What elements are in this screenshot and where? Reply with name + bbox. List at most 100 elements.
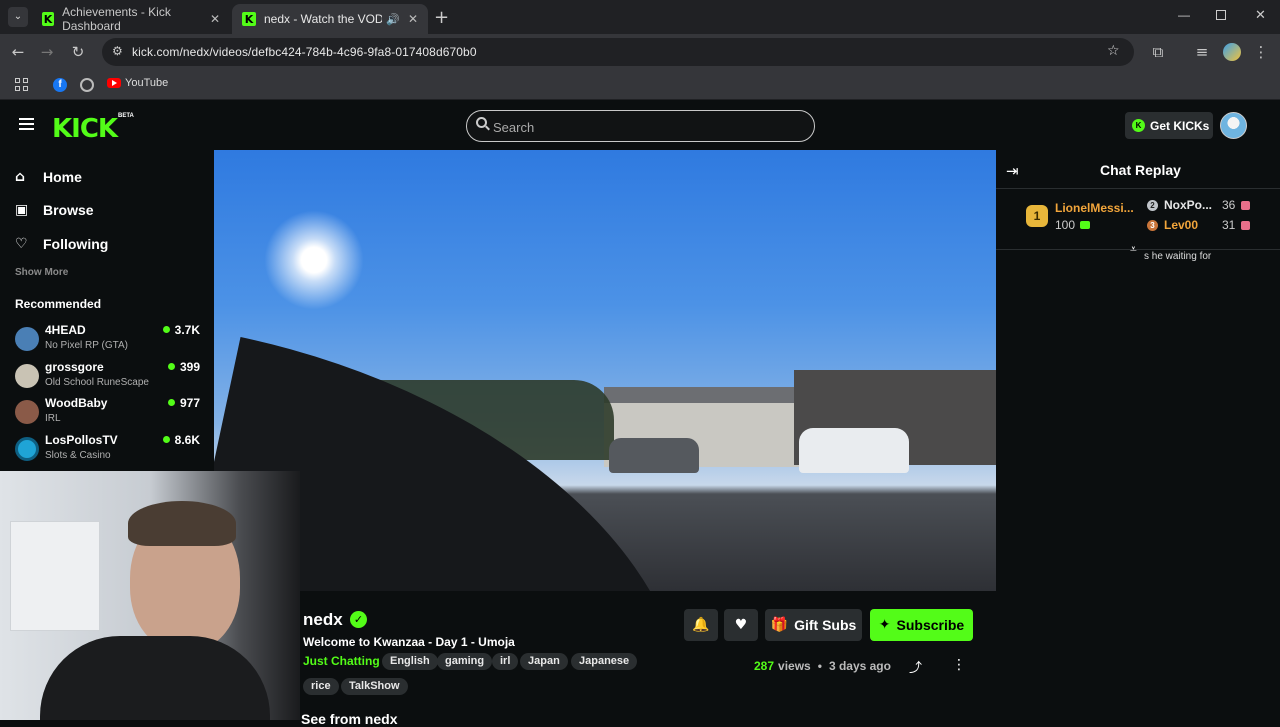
tag-talkshow[interactable]: TalkShow [341, 678, 408, 695]
bookmarks-bar: f YouTube [0, 70, 1280, 100]
sidebar-item-following[interactable]: ♡ Following [15, 236, 108, 252]
chat-panel: ⇥ Chat Replay 1 LionelMessi... 100 2 Nox… [996, 150, 1280, 720]
follow-heart-button[interactable]: ♥ [724, 609, 758, 641]
video-title: Welcome to Kwanzaa - Day 1 - Umoja [303, 635, 515, 649]
tag-japanese[interactable]: Japanese [571, 653, 638, 670]
more-options-icon[interactable]: ⋮ [952, 657, 966, 673]
gift-icon [1241, 221, 1250, 230]
avatar [15, 437, 39, 461]
parked-car [609, 438, 699, 473]
views-count: 287 [754, 659, 775, 673]
search-input[interactable]: Search [466, 110, 815, 142]
recommended-channel[interactable]: grossgore Old School RuneScape 399 [15, 360, 200, 394]
globe-bookmark-icon[interactable] [80, 78, 94, 92]
tag-english[interactable]: English [382, 653, 438, 670]
site-info-icon[interactable]: ⚙ [112, 44, 123, 58]
rank-badge-bronze: 3 [1147, 220, 1158, 231]
video-player[interactable] [214, 150, 996, 591]
facebook-bookmark-icon[interactable]: f [53, 78, 67, 92]
gift-subs-button[interactable]: 🎁 Gift Subs [765, 609, 862, 641]
collapse-chat-icon[interactable]: ⇥ [1006, 162, 1019, 180]
close-tab-icon[interactable]: ✕ [408, 12, 418, 26]
sidebar-item-label: Following [43, 236, 109, 252]
recommended-channel[interactable]: WoodBaby IRL 977 [15, 396, 200, 430]
channel-category: Old School RuneScape [45, 377, 149, 388]
share-icon[interactable]: ⤴ [909, 657, 922, 676]
extensions-icon[interactable]: ⧉ [1149, 43, 1167, 61]
beta-badge: BETA [118, 113, 134, 119]
sparkle-icon: ✦ [878, 617, 891, 633]
heart-icon: ♡ [15, 236, 28, 252]
browser-tab-achievements[interactable]: K Achievements - Kick Dashboard ✕ [32, 4, 230, 34]
sun-glare [264, 210, 364, 310]
recommended-channel[interactable]: 4HEAD No Pixel RP (GTA) 3.7K [15, 323, 200, 357]
new-tab-button[interactable]: + [434, 7, 449, 28]
gifter-name: LionelMessi... [1055, 201, 1134, 215]
tag-gaming[interactable]: gaming [437, 653, 493, 670]
streamer-body [40, 636, 270, 720]
kick-favicon-icon: K [42, 12, 55, 26]
get-kicks-button[interactable]: K Get KICKs [1125, 112, 1213, 139]
recommended-heading: Recommended [15, 297, 102, 311]
bookmark-star-icon[interactable]: ☆ [1107, 43, 1120, 59]
sidebar-item-home[interactable]: ⌂ Home [15, 169, 82, 185]
notification-bell-button[interactable]: 🔔 [684, 609, 718, 641]
top-gifter-2[interactable]: 2 NoxPo... 36 [1147, 198, 1267, 216]
show-more-link[interactable]: Show More [15, 267, 68, 278]
forward-icon[interactable]: → [38, 43, 56, 61]
sidebar-item-browse[interactable]: ▣ Browse [15, 202, 94, 218]
media-controls-icon[interactable]: ≡ [1193, 43, 1211, 61]
live-dot-icon [167, 363, 175, 370]
audio-playing-icon[interactable]: 🔊 [386, 13, 400, 26]
gift-icon [1241, 201, 1250, 210]
avatar [15, 327, 39, 351]
address-bar[interactable]: ⚙ kick.com/nedx/videos/defbc424-784b-4c9… [102, 38, 1134, 66]
gifter-amount: 100 [1055, 218, 1076, 232]
close-tab-icon[interactable]: ✕ [210, 12, 220, 26]
tag-japan[interactable]: Japan [520, 653, 568, 670]
restore-window-icon[interactable] [1216, 10, 1226, 20]
posted-time: 3 days ago [828, 659, 891, 673]
profile-avatar-icon[interactable] [1223, 43, 1241, 61]
gifter-amount: 31 [1222, 218, 1236, 232]
top-gifter-1[interactable]: 1 LionelMessi... 100 [1026, 200, 1144, 236]
parked-car [799, 428, 909, 473]
kicks-coin-icon: K [1132, 119, 1145, 132]
minimize-window-icon[interactable]: — [1178, 8, 1190, 22]
webcam-shelf [10, 521, 100, 631]
kick-logo[interactable]: KICK [52, 114, 118, 144]
viewer-count: 3.7K [162, 323, 200, 337]
expand-leaderboard-icon[interactable]: ⩡ [1130, 242, 1137, 257]
tag-irl[interactable]: irl [492, 653, 519, 670]
channel-category: Slots & Casino [45, 450, 111, 461]
subscribe-label: Subscribe [896, 617, 965, 633]
tab-list-dropdown[interactable]: ⌄ [8, 7, 28, 27]
kick-favicon-icon: K [242, 12, 256, 26]
url-text: kick.com/nedx/videos/defbc424-784b-4c96-… [132, 45, 477, 59]
top-gifter-3[interactable]: 3 Lev00 31 [1147, 218, 1267, 236]
tag-rice[interactable]: rice [303, 678, 339, 695]
live-dot-icon [167, 399, 175, 406]
close-window-icon[interactable]: ✕ [1255, 8, 1266, 23]
browser-menu-icon[interactable]: ⋮ [1252, 43, 1270, 61]
reload-icon[interactable]: ↻ [69, 43, 87, 61]
verified-badge-icon: ✓ [350, 611, 367, 628]
channel-name: WoodBaby [45, 396, 108, 410]
search-placeholder: Search [493, 120, 535, 135]
subscribe-button[interactable]: ✦ Subscribe [870, 609, 973, 641]
avatar [15, 400, 39, 424]
browser-tab-vod[interactable]: K nedx - Watch the VOD on Kick 🔊 ✕ [232, 4, 428, 34]
apps-grid-icon[interactable] [15, 78, 28, 91]
category-link[interactable]: Just Chatting [303, 654, 380, 668]
back-icon[interactable]: ← [9, 43, 27, 61]
live-dot-icon [162, 436, 170, 443]
youtube-bookmark[interactable]: YouTube [107, 77, 168, 89]
avatar [15, 364, 39, 388]
youtube-icon [107, 78, 121, 88]
user-avatar[interactable] [1220, 112, 1247, 139]
hamburger-menu-icon[interactable] [19, 118, 34, 130]
channel-name[interactable]: nedx [303, 610, 343, 630]
recommended-channel[interactable]: LosPollosTV Slots & Casino 8.6K [15, 433, 200, 467]
chat-message: s he waiting for [1144, 251, 1212, 262]
chat-title: Chat Replay [1100, 162, 1181, 178]
